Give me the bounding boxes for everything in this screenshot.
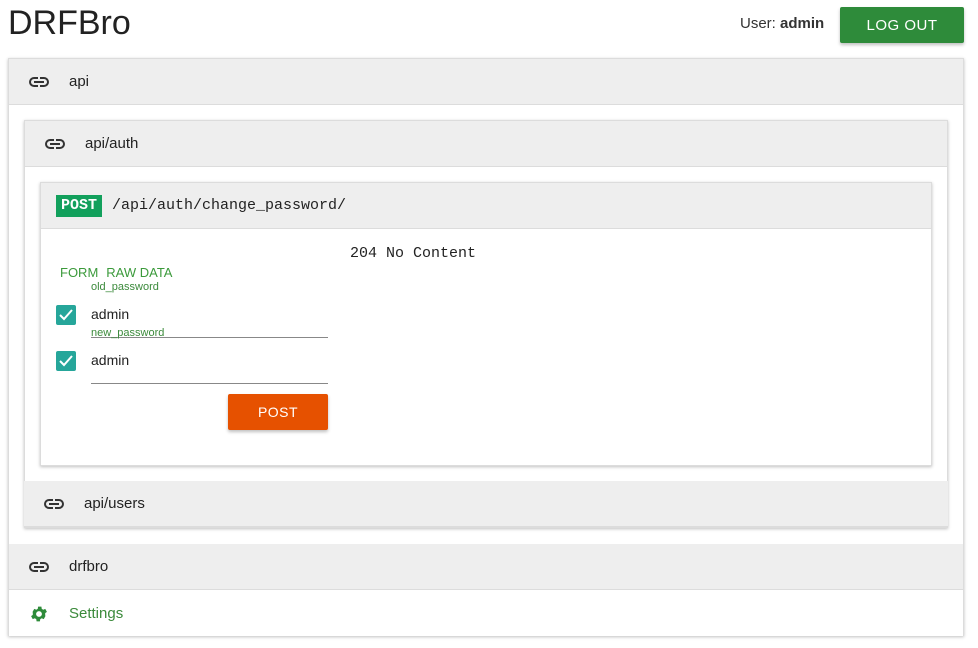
logout-button[interactable]: LOG OUT	[840, 7, 964, 43]
endpoint-path: /api/auth/change_password/	[112, 197, 347, 214]
check-icon	[59, 355, 73, 367]
old-password-label: old_password	[91, 281, 159, 293]
link-icon	[44, 133, 66, 155]
api-auth-section-label: api/auth	[85, 135, 139, 152]
response-status: 204 No Content	[350, 245, 477, 262]
api-auth-section-header[interactable]: api/auth	[25, 121, 947, 167]
new-password-label: new_password	[91, 327, 165, 339]
user-info: User: admin	[740, 15, 824, 32]
user-name: admin	[780, 15, 825, 32]
settings-link[interactable]: Settings	[9, 591, 963, 636]
tab-form[interactable]: FORM	[60, 265, 98, 280]
new-password-checkbox[interactable]	[56, 351, 76, 371]
new-password-input[interactable]: admin	[91, 352, 129, 368]
old-password-checkbox[interactable]	[56, 305, 76, 325]
link-icon	[28, 556, 50, 578]
new-password-underline	[91, 383, 328, 384]
request-tabs: FORM RAW DATA	[60, 265, 172, 280]
link-icon	[28, 71, 50, 93]
settings-label: Settings	[69, 605, 124, 622]
api-users-section-label: api/users	[84, 495, 145, 512]
post-submit-button[interactable]: POST	[228, 394, 328, 430]
link-icon	[43, 493, 65, 515]
gear-icon	[28, 603, 50, 625]
old-password-input[interactable]: admin	[91, 306, 129, 322]
user-label: User:	[740, 15, 776, 32]
drfbro-section-label: drfbro	[69, 558, 109, 575]
endpoint-panel: POST /api/auth/change_password/ FORM RAW…	[40, 182, 932, 466]
method-badge: POST	[56, 194, 103, 217]
check-icon	[59, 309, 73, 321]
endpoint-header[interactable]: POST /api/auth/change_password/	[41, 183, 931, 229]
api-section-header[interactable]: api	[9, 59, 963, 105]
app-title: DRFBro	[8, 4, 131, 42]
tab-raw-data[interactable]: RAW DATA	[106, 265, 172, 280]
drfbro-section-header[interactable]: drfbro	[9, 544, 963, 590]
api-users-section-header[interactable]: api/users	[24, 481, 948, 527]
api-section-label: api	[69, 73, 90, 90]
